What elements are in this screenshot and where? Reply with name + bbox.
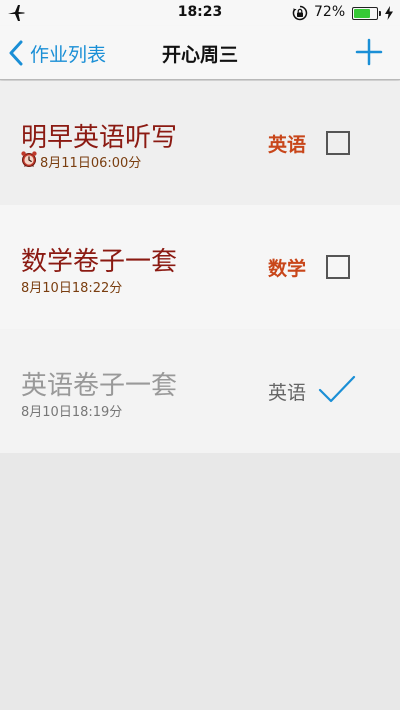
subject-label: 数学 [268,258,307,280]
subject-label: 英语 [268,134,307,156]
homework-title: 英语卷子一套 [21,371,178,401]
rotation-lock-icon [292,5,308,21]
homework-title: 明早英语听写 [21,123,178,153]
battery-cap [379,11,381,16]
homework-list: 明早英语听写 8月11日06:00分 英语 数学卷子一套 8月10日18:22分… [0,81,400,453]
homework-title: 数学卷子一套 [21,247,178,277]
battery-percent: 72% [314,4,346,20]
homework-time: 8月10日18:19分 [21,405,123,420]
status-bar: 18:23 72% [0,0,400,26]
unchecked-checkbox[interactable] [326,255,350,279]
homework-row[interactable]: 英语卷子一套 8月10日18:19分 英语 [0,329,400,453]
plus-icon[interactable] [355,38,383,66]
navigation-bar: 作业列表 开心周三 [0,26,400,80]
subject-label: 英语 [268,382,307,404]
unchecked-checkbox[interactable] [326,131,350,155]
battery-level-fill [354,9,370,18]
homework-row[interactable]: 数学卷子一套 8月10日18:22分 数学 [0,205,400,329]
battery-icon [352,7,381,20]
checkmark-icon[interactable] [318,374,356,404]
homework-time: 8月11日06:00分 [40,156,142,171]
page-title: 开心周三 [161,44,238,66]
charging-icon [385,6,393,20]
alarm-clock-icon [21,151,37,167]
homework-time: 8月10日18:22分 [21,281,123,296]
homework-row[interactable]: 明早英语听写 8月11日06:00分 英语 [0,81,400,205]
